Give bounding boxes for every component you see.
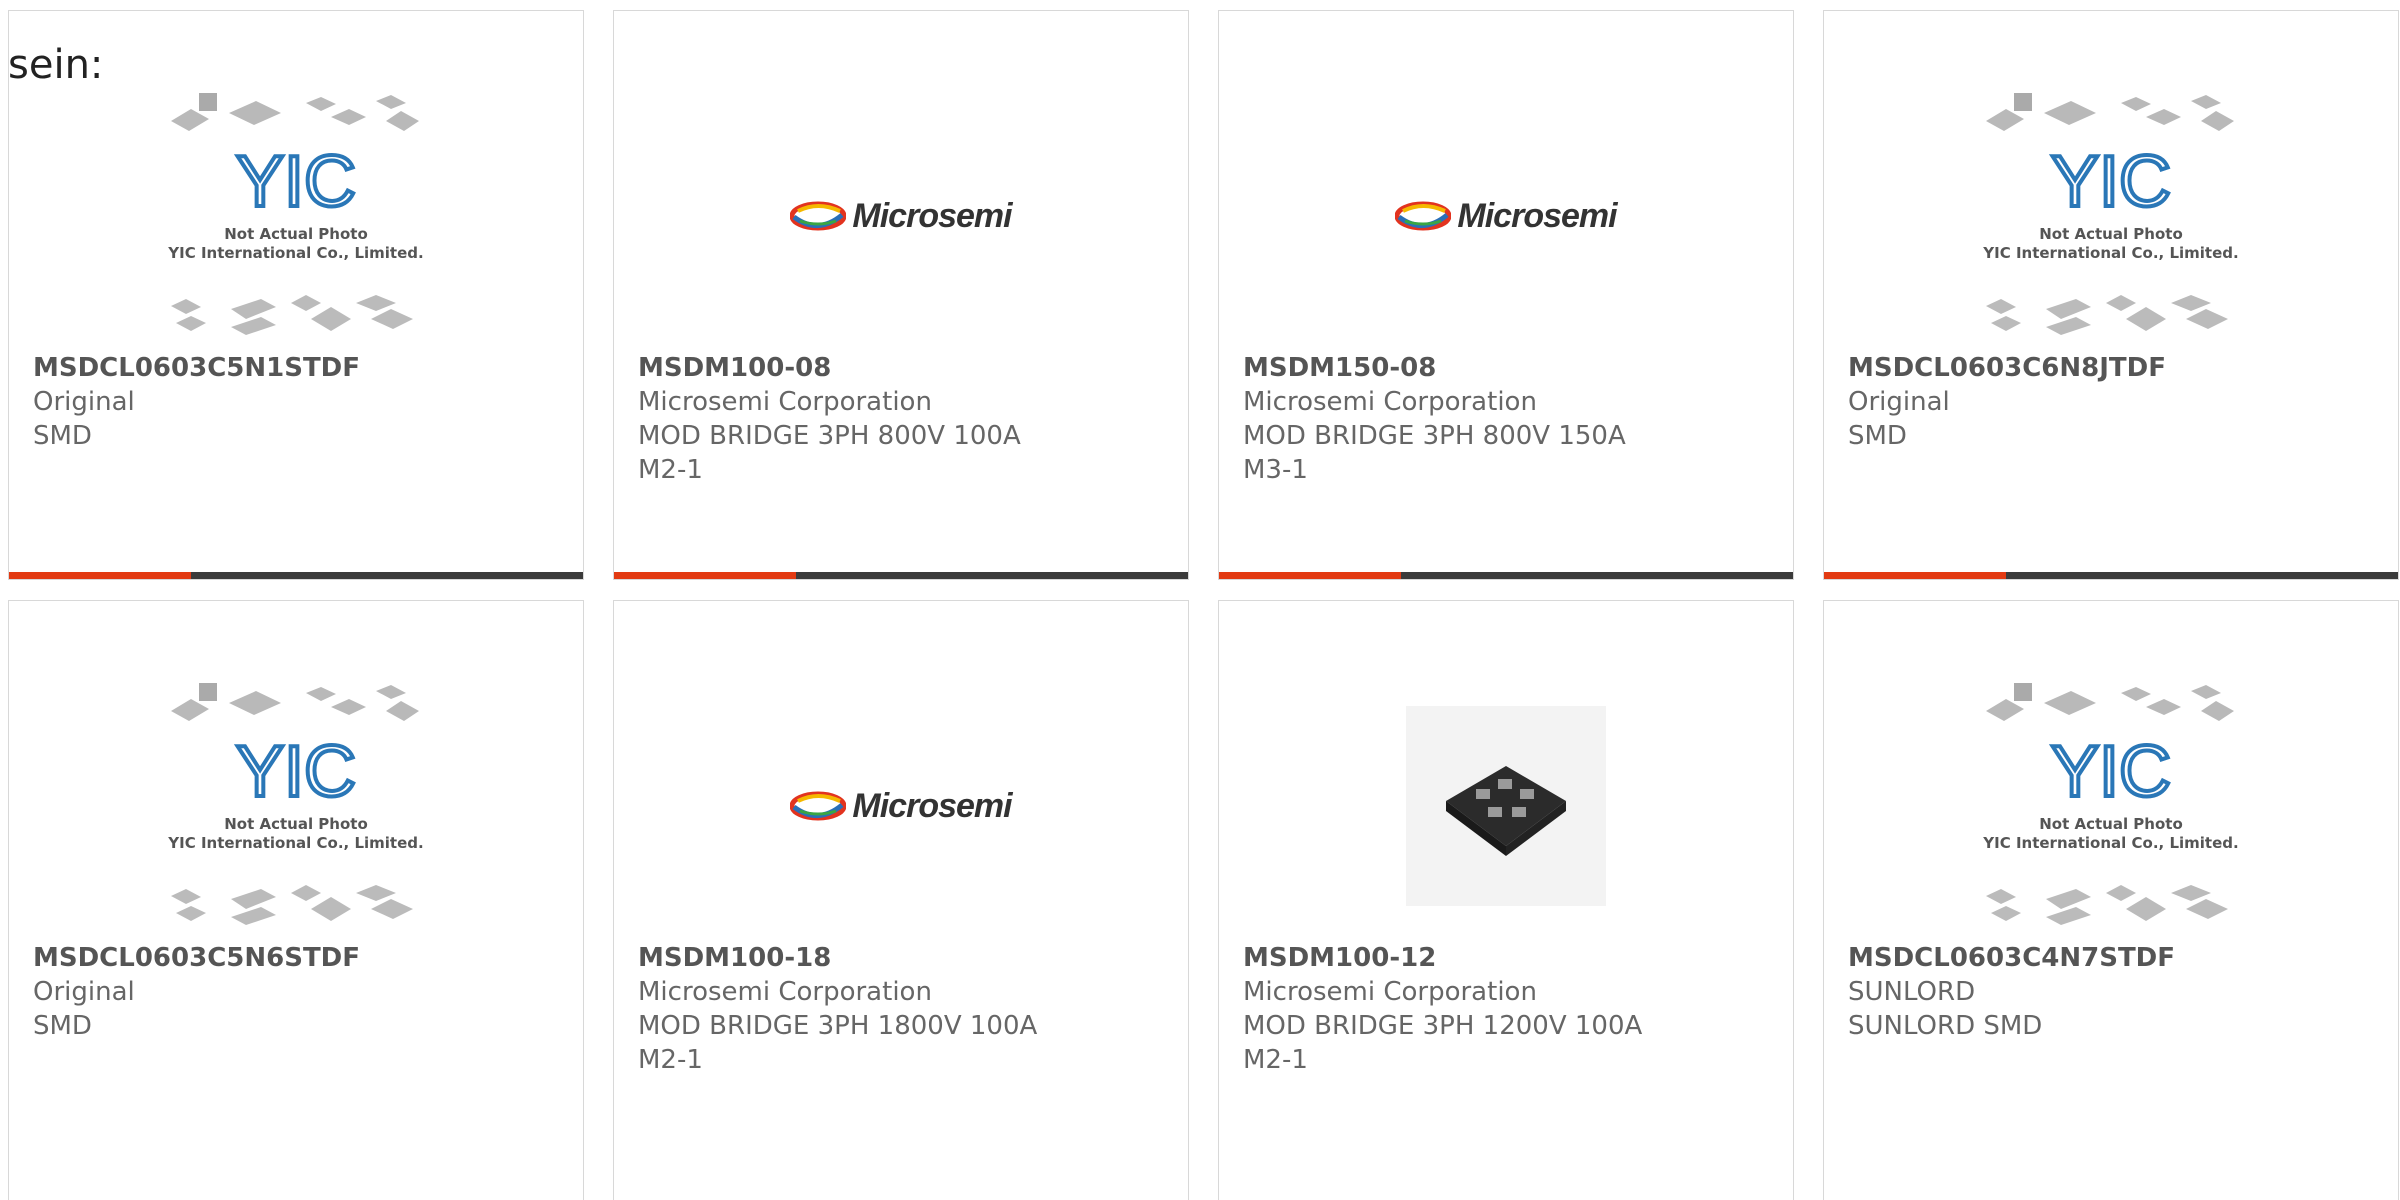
svg-text:YIC: YIC bbox=[236, 732, 356, 812]
product-card[interactable]: Microsemi MSDM100-08 Microsemi Corporati… bbox=[613, 10, 1189, 580]
svg-text:Not Actual Photo: Not Actual Photo bbox=[224, 815, 368, 833]
product-line: Original bbox=[33, 977, 135, 1007]
lead-text: sein: bbox=[8, 42, 104, 88]
yic-placeholder-icon: YIC Not Actual Photo YIC International C… bbox=[1982, 683, 2239, 925]
card-bar-accent bbox=[9, 572, 191, 579]
product-image[interactable] bbox=[1219, 681, 1793, 931]
yic-placeholder-icon: YIC Not Actual Photo YIC International C… bbox=[167, 93, 424, 335]
svg-text:YIC International Co., Limited: YIC International Co., Limited. bbox=[167, 244, 423, 262]
product-line: SMD bbox=[33, 1011, 92, 1041]
product-card[interactable]: Microsemi MSDM150-08 Microsemi Corporati… bbox=[1218, 10, 1794, 580]
product-line: Microsemi Corporation bbox=[1243, 387, 1537, 417]
microsemi-swirl-icon bbox=[1395, 201, 1452, 231]
card-bar bbox=[1219, 572, 1793, 579]
card-bar-accent bbox=[1824, 572, 2006, 579]
product-line: Microsemi Corporation bbox=[1243, 977, 1537, 1007]
product-line: M2-1 bbox=[638, 455, 703, 485]
product-info: MSDCL0603C5N6STDF Original SMD bbox=[33, 941, 573, 1043]
product-info: MSDM100-18 Microsemi Corporation MOD BRI… bbox=[638, 941, 1178, 1077]
product-line: M2-1 bbox=[638, 1045, 703, 1075]
yic-placeholder-icon: YIC Not Actual Photo YIC International C… bbox=[1982, 93, 2239, 335]
product-line: SUNLORD bbox=[1848, 977, 1976, 1007]
svg-text:Not Actual Photo: Not Actual Photo bbox=[2039, 815, 2183, 833]
product-line: MOD BRIDGE 3PH 1200V 100A bbox=[1243, 1011, 1643, 1041]
part-number[interactable]: MSDCL0603C6N8JTDF bbox=[1848, 351, 2388, 385]
product-info: MSDM100-12 Microsemi Corporation MOD BRI… bbox=[1243, 941, 1783, 1077]
product-line: SUNLORD SMD bbox=[1848, 1011, 2043, 1041]
product-line: M2-1 bbox=[1243, 1045, 1308, 1075]
product-image[interactable]: YIC Not Actual Photo YIC International C… bbox=[9, 91, 583, 341]
svg-text:Not Actual Photo: Not Actual Photo bbox=[224, 225, 368, 243]
part-number[interactable]: MSDCL0603C5N1STDF bbox=[33, 351, 573, 385]
product-line: Microsemi Corporation bbox=[638, 387, 932, 417]
microsemi-logo: Microsemi bbox=[790, 787, 1013, 826]
card-bar-accent bbox=[614, 572, 796, 579]
product-info: MSDCL0603C6N8JTDF Original SMD bbox=[1848, 351, 2388, 453]
bridge-module-icon bbox=[1446, 766, 1566, 856]
product-line: MOD BRIDGE 3PH 800V 150A bbox=[1243, 421, 1626, 451]
product-card[interactable]: YIC Not Actual Photo YIC International C… bbox=[8, 10, 584, 580]
product-image[interactable]: Microsemi bbox=[614, 681, 1188, 931]
product-info: MSDM150-08 Microsemi Corporation MOD BRI… bbox=[1243, 351, 1783, 487]
product-line: Original bbox=[1848, 387, 1950, 417]
product-image[interactable]: Microsemi bbox=[1219, 91, 1793, 341]
product-line: M3-1 bbox=[1243, 455, 1308, 485]
svg-text:Not Actual Photo: Not Actual Photo bbox=[2039, 225, 2183, 243]
microsemi-logo: Microsemi bbox=[1395, 197, 1618, 236]
card-bar bbox=[614, 572, 1188, 579]
product-card[interactable]: YIC Not Actual Photo YIC International C… bbox=[8, 600, 584, 1200]
card-bar-accent bbox=[1219, 572, 1401, 579]
svg-text:YIC: YIC bbox=[2051, 732, 2171, 812]
yic-placeholder-icon: YIC Not Actual Photo YIC International C… bbox=[167, 683, 424, 925]
svg-text:YIC: YIC bbox=[236, 142, 356, 222]
product-info: MSDM100-08 Microsemi Corporation MOD BRI… bbox=[638, 351, 1178, 487]
part-number[interactable]: MSDM100-08 bbox=[638, 351, 1178, 385]
part-number[interactable]: MSDM100-12 bbox=[1243, 941, 1783, 975]
module-photo bbox=[1406, 706, 1606, 906]
product-grid: YIC Not Actual Photo YIC International C… bbox=[8, 10, 2400, 1200]
product-info: MSDCL0603C4N7STDF SUNLORD SUNLORD SMD bbox=[1848, 941, 2388, 1043]
svg-text:YIC: YIC bbox=[2051, 142, 2171, 222]
svg-text:YIC International Co., Limited: YIC International Co., Limited. bbox=[1982, 244, 2238, 262]
product-line: MOD BRIDGE 3PH 1800V 100A bbox=[638, 1011, 1038, 1041]
product-line: Microsemi Corporation bbox=[638, 977, 932, 1007]
microsemi-swirl-icon bbox=[790, 791, 847, 821]
product-info: MSDCL0603C5N1STDF Original SMD bbox=[33, 351, 573, 453]
product-image[interactable]: YIC Not Actual Photo YIC International C… bbox=[9, 681, 583, 931]
product-image[interactable]: YIC Not Actual Photo YIC International C… bbox=[1824, 681, 2398, 931]
microsemi-logo: Microsemi bbox=[790, 197, 1013, 236]
product-card[interactable]: MSDM100-12 Microsemi Corporation MOD BRI… bbox=[1218, 600, 1794, 1200]
product-card[interactable]: YIC Not Actual Photo YIC International C… bbox=[1823, 600, 2399, 1200]
product-line: SMD bbox=[1848, 421, 1907, 451]
part-number[interactable]: MSDCL0603C5N6STDF bbox=[33, 941, 573, 975]
product-card[interactable]: Microsemi MSDM100-18 Microsemi Corporati… bbox=[613, 600, 1189, 1200]
product-image[interactable]: Microsemi bbox=[614, 91, 1188, 341]
product-image[interactable]: YIC Not Actual Photo YIC International C… bbox=[1824, 91, 2398, 341]
svg-text:YIC International Co., Limited: YIC International Co., Limited. bbox=[167, 834, 423, 852]
svg-text:YIC International Co., Limited: YIC International Co., Limited. bbox=[1982, 834, 2238, 852]
product-card[interactable]: YIC Not Actual Photo YIC International C… bbox=[1823, 10, 2399, 580]
microsemi-swirl-icon bbox=[790, 201, 847, 231]
product-line: SMD bbox=[33, 421, 92, 451]
product-line: Original bbox=[33, 387, 135, 417]
part-number[interactable]: MSDM150-08 bbox=[1243, 351, 1783, 385]
product-line: MOD BRIDGE 3PH 800V 100A bbox=[638, 421, 1021, 451]
part-number[interactable]: MSDM100-18 bbox=[638, 941, 1178, 975]
card-bar bbox=[1824, 572, 2398, 579]
card-bar bbox=[9, 572, 583, 579]
part-number[interactable]: MSDCL0603C4N7STDF bbox=[1848, 941, 2388, 975]
